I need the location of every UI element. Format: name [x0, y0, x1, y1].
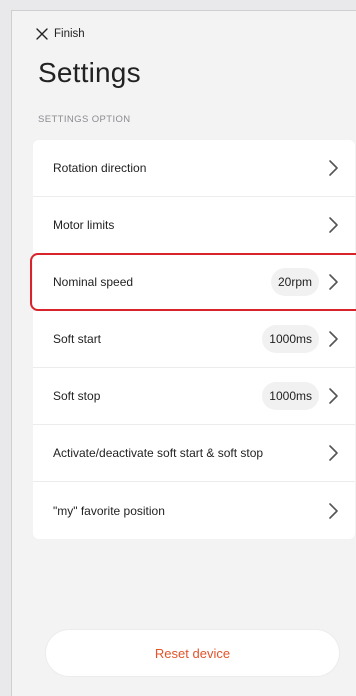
chevron-right-icon	[329, 502, 338, 519]
setting-label: Rotation direction	[53, 161, 147, 175]
setting-label: Activate/deactivate soft start & soft st…	[53, 446, 264, 460]
chevron-right-icon	[329, 331, 338, 347]
setting-label: Nominal speed	[53, 275, 134, 289]
chevron-right-icon	[329, 274, 338, 290]
setting-row-motor-limits[interactable]: Motor limits	[33, 197, 355, 254]
chevron-right-icon	[329, 445, 338, 461]
settings-list: Rotation direction Motor limits Nominal …	[30, 140, 356, 539]
header: Finish Settings SETTINGS OPTION	[12, 11, 356, 149]
chevron-right-icon	[329, 160, 338, 176]
setting-row-rotation-direction[interactable]: Rotation direction	[33, 140, 355, 197]
settings-screen: Finish Settings SETTINGS OPTION Rotation…	[11, 10, 356, 696]
reset-device-label: Reset device	[154, 645, 231, 661]
setting-value-badge: 20rpm	[270, 268, 319, 296]
page-title: Settings	[38, 57, 141, 88]
setting-row-activate-soft-start-stop[interactable]: Activate/deactivate soft start & soft st…	[33, 425, 355, 482]
finish-label: Finish	[54, 28, 85, 40]
setting-value-badge: 1000ms	[262, 325, 319, 353]
setting-value-badge: 1000ms	[262, 382, 319, 410]
setting-label: "my" favorite position	[53, 503, 165, 518]
chevron-right-icon	[329, 217, 338, 233]
setting-row-soft-start[interactable]: Soft start 1000ms	[33, 311, 355, 368]
setting-label: Motor limits	[53, 218, 115, 232]
section-label: SETTINGS OPTION	[38, 114, 131, 125]
setting-row-my-favorite-position[interactable]: "my" favorite position	[33, 482, 355, 539]
finish-button[interactable]: Finish	[36, 28, 85, 40]
setting-label: Soft start	[53, 332, 102, 346]
setting-row-nominal-speed[interactable]: Nominal speed 20rpm	[30, 253, 356, 311]
setting-row-soft-stop[interactable]: Soft stop 1000ms	[33, 368, 355, 425]
close-icon	[36, 28, 48, 40]
setting-label: Soft stop	[53, 389, 101, 403]
chevron-right-icon	[329, 388, 338, 404]
reset-device-button[interactable]: Reset device	[46, 630, 339, 676]
